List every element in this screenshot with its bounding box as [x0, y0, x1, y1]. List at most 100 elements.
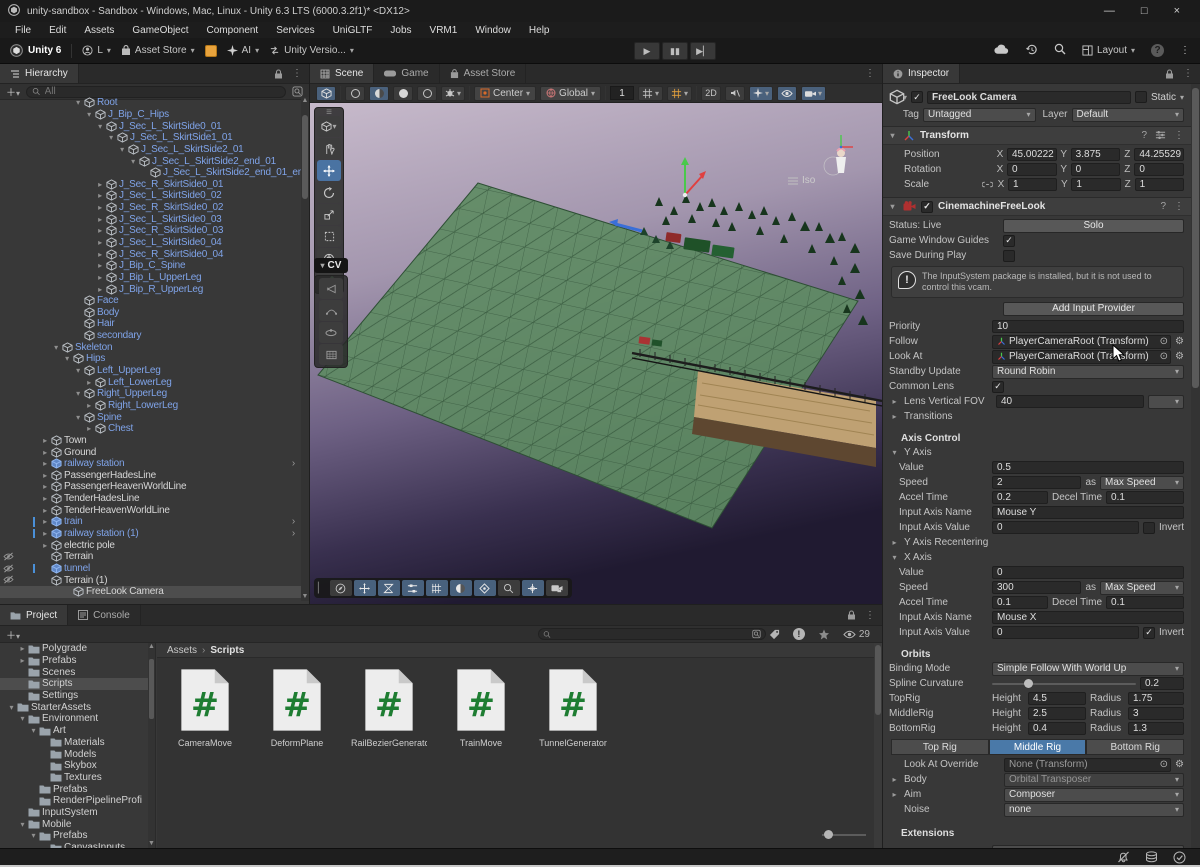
- rig-radius-field[interactable]: 3: [1128, 707, 1184, 720]
- y-axis-speed-field[interactable]: 2: [992, 476, 1081, 489]
- foldout-arrow[interactable]: ▸: [889, 397, 900, 406]
- menu-unigltf[interactable]: UniGLTF: [324, 25, 382, 36]
- prefab-open-chevron[interactable]: ›: [292, 458, 295, 469]
- undo-history-icon[interactable]: [1025, 43, 1038, 59]
- position-y-field[interactable]: 3.875: [1071, 148, 1121, 161]
- hierarchy-item[interactable]: ▸J_Sec_R_SkirtSide0_03: [0, 225, 301, 237]
- view-options-button[interactable]: [330, 580, 352, 596]
- lighting-toggle-button[interactable]: [369, 86, 389, 101]
- hierarchy-item[interactable]: ▾Skeleton: [0, 341, 301, 353]
- hierarchy-item[interactable]: ▸TenderHadesLine: [0, 493, 301, 505]
- x-axis-invert-checkbox[interactable]: ✓: [1143, 627, 1155, 639]
- foldout-arrow[interactable]: ▸: [83, 424, 95, 433]
- project-search-field[interactable]: [538, 628, 766, 640]
- hierarchy-item[interactable]: ▸J_Bip_R_UpperLeg: [0, 283, 301, 295]
- cv-follow-offset-tool-button[interactable]: [319, 300, 343, 321]
- hierarchy-item[interactable]: ▸Town: [0, 435, 301, 447]
- foldout-arrow[interactable]: ▸: [889, 790, 900, 799]
- tool-context-dropdown[interactable]: ▾: [317, 116, 341, 137]
- y-axis-input-name-field[interactable]: Mouse Y: [992, 506, 1184, 519]
- layer-dropdown[interactable]: Default▾: [1072, 108, 1185, 122]
- favorites-icon[interactable]: [818, 629, 830, 640]
- menu-component[interactable]: Component: [198, 25, 268, 36]
- x-axis-input-value-field[interactable]: 0: [992, 626, 1139, 639]
- close-icon[interactable]: ×: [1174, 5, 1180, 17]
- hierarchy-item[interactable]: ▸Left_LowerLeg: [0, 376, 301, 388]
- foldout-arrow[interactable]: ▾: [83, 110, 95, 119]
- breadcrumb-assets[interactable]: Assets: [167, 645, 197, 656]
- game-window-guides-checkbox[interactable]: ✓: [1003, 235, 1015, 247]
- lock-icon[interactable]: [1165, 69, 1174, 79]
- asset-item[interactable]: #CameraMove: [167, 668, 243, 748]
- foldout-arrow[interactable]: ▸: [39, 482, 51, 491]
- foldout-arrow[interactable]: ▾: [889, 448, 900, 457]
- foldout-arrow[interactable]: ▾: [17, 820, 28, 829]
- foldout-arrow[interactable]: ▸: [17, 656, 28, 665]
- project-folder[interactable]: Scenes: [0, 666, 155, 678]
- create-dropdown[interactable]: ＋▾: [6, 627, 20, 642]
- foldout-arrow[interactable]: ▾: [28, 726, 39, 735]
- foldout-arrow[interactable]: ▾: [116, 145, 128, 154]
- hierarchy-item[interactable]: ▸railway station (1)›: [0, 528, 301, 540]
- progress-check-icon[interactable]: [1173, 851, 1186, 864]
- y-axis-invert-checkbox[interactable]: [1143, 522, 1155, 534]
- maximize-icon[interactable]: □: [1141, 5, 1148, 17]
- hierarchy-item[interactable]: ▾J_Sec_L_SkirtSide0_01: [0, 120, 301, 132]
- foldout-arrow[interactable]: ▸: [17, 644, 28, 653]
- x-axis-speed-mode-dropdown[interactable]: Max Speed▾: [1100, 581, 1184, 595]
- tab-asset-store[interactable]: Asset Store: [440, 64, 527, 83]
- position-z-field[interactable]: 44.25529: [1134, 148, 1184, 161]
- search-icon[interactable]: [1054, 43, 1066, 58]
- hierarchy-item[interactable]: ▾J_Bip_C_Hips: [0, 109, 301, 121]
- fog-toggle-button[interactable]: [393, 86, 413, 101]
- ai-dropdown[interactable]: AI▾: [227, 45, 259, 56]
- project-folder[interactable]: Skybox: [0, 760, 155, 772]
- foldout-arrow[interactable]: ▸: [39, 436, 51, 445]
- grid-visibility-dropdown[interactable]: ▾: [638, 86, 663, 101]
- prefab-open-chevron[interactable]: ›: [292, 516, 295, 527]
- project-folder[interactable]: RenderPipelineProfi: [0, 795, 155, 807]
- tab-project[interactable]: Project: [0, 605, 68, 625]
- inspector-scrollbar[interactable]: [1191, 84, 1200, 848]
- look-at-object-field[interactable]: PlayerCameraRoot (Transform) ⊙: [992, 350, 1171, 364]
- asset-item[interactable]: #TunnelGenerator: [535, 668, 611, 748]
- toolbar-kebab-icon[interactable]: ⋮: [1180, 45, 1190, 56]
- tab-console[interactable]: Console: [68, 605, 141, 625]
- component-enabled-checkbox[interactable]: ✓: [921, 201, 933, 213]
- foldout-arrow[interactable]: ▸: [889, 412, 900, 421]
- project-folder[interactable]: Scripts: [0, 678, 155, 690]
- skybox-toggle-button[interactable]: [345, 86, 365, 101]
- hierarchy-item[interactable]: secondary: [0, 330, 301, 342]
- hierarchy-item[interactable]: ▸J_Sec_L_SkirtSide0_03: [0, 213, 301, 225]
- overlay-gizmos-button[interactable]: [474, 580, 496, 596]
- label-icon[interactable]: [769, 629, 780, 640]
- rig-tab-bottom-rig[interactable]: Bottom Rig: [1086, 739, 1184, 755]
- foldout-arrow[interactable]: ▸: [94, 226, 106, 235]
- lock-icon[interactable]: [274, 69, 283, 79]
- plastic-scm-icon[interactable]: [205, 45, 217, 57]
- save-during-play-checkbox[interactable]: [1003, 250, 1015, 262]
- scale-x-field[interactable]: 1: [1008, 178, 1057, 191]
- overlay-cut-button[interactable]: [378, 580, 400, 596]
- layout-dropdown[interactable]: Layout▾: [1082, 45, 1135, 56]
- hierarchy-item[interactable]: ▸TenderHeavenWorldLine: [0, 504, 301, 516]
- overlay-move-button[interactable]: [354, 580, 376, 596]
- presets-icon[interactable]: [1155, 130, 1166, 140]
- asset-item[interactable]: #RailBezierGenerator: [351, 668, 427, 748]
- foldout-arrow[interactable]: ▸: [94, 238, 106, 247]
- inspector-kebab-icon[interactable]: ⋮: [1183, 68, 1193, 79]
- project-folder[interactable]: Settings: [0, 690, 155, 702]
- menu-gameobject[interactable]: GameObject: [123, 25, 197, 36]
- active-checkbox[interactable]: ✓: [911, 91, 923, 103]
- foldout-arrow[interactable]: ▸: [39, 494, 51, 503]
- lens-fov-field[interactable]: 40: [996, 395, 1144, 408]
- help-icon[interactable]: ?: [1141, 130, 1147, 141]
- priority-field[interactable]: 10: [992, 320, 1184, 333]
- cloud-icon[interactable]: [994, 44, 1009, 58]
- foldout-arrow[interactable]: ▾: [6, 703, 17, 712]
- foldout-arrow[interactable]: ▸: [39, 517, 51, 526]
- project-folder[interactable]: ▾StarterAssets: [0, 701, 155, 713]
- object-picker-icon[interactable]: ⊙: [1160, 759, 1168, 770]
- foldout-arrow[interactable]: ▸: [889, 775, 900, 784]
- spline-curvature-slider[interactable]: [992, 677, 1136, 691]
